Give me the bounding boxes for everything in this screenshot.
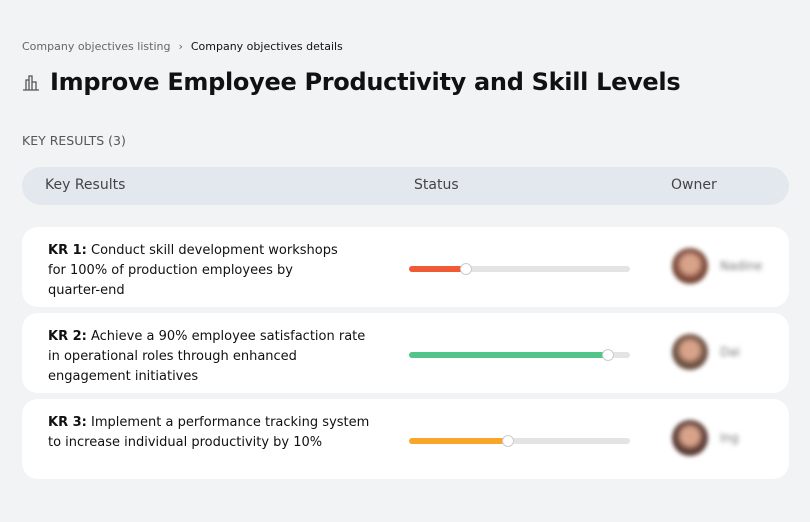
kr-text: KR 3: Implement a performance tracking s… <box>48 413 378 453</box>
avatar <box>672 334 708 370</box>
progress-bar <box>409 349 630 361</box>
progress-knob <box>601 349 614 361</box>
progress-bar <box>409 263 630 275</box>
kr-text: KR 2: Achieve a 90% employee satisfactio… <box>48 327 378 387</box>
progress-bar <box>409 435 630 447</box>
buildings-icon <box>23 75 39 91</box>
page-title: Improve Employee Productivity and Skill … <box>50 68 681 96</box>
breadcrumb-separator: › <box>178 40 183 53</box>
kr-text: KR 1: Conduct skill development workshop… <box>48 241 348 301</box>
breadcrumb: Company objectives listing › Company obj… <box>22 40 343 53</box>
breadcrumb-current: Company objectives details <box>190 40 343 53</box>
breadcrumb-listing-link[interactable]: Company objectives listing <box>22 40 170 53</box>
table-row[interactable]: KR 3: Implement a performance tracking s… <box>22 399 789 479</box>
header-status: Status <box>414 177 459 193</box>
kr-description: Achieve a 90% employee satisfaction rate… <box>48 329 366 384</box>
progress-fill <box>409 438 509 444</box>
kr-label: KR 2: <box>48 329 87 344</box>
progress-knob <box>502 435 515 447</box>
kr-label: KR 3: <box>48 415 87 430</box>
avatar <box>672 248 708 284</box>
page-header: Improve Employee Productivity and Skill … <box>22 68 681 96</box>
progress-knob <box>460 263 473 275</box>
owner-name: Nadine <box>720 259 763 273</box>
progress-fill <box>409 266 467 272</box>
table-header: Key Results Status Owner <box>22 167 789 205</box>
progress-fill <box>409 352 608 358</box>
avatar <box>672 420 708 456</box>
header-key-results: Key Results <box>45 177 126 193</box>
kr-label: KR 1: <box>48 243 87 258</box>
owner-name: Dai <box>720 345 740 359</box>
kr-description: Implement a performance tracking system … <box>48 415 370 450</box>
table-row[interactable]: KR 1: Conduct skill development workshop… <box>22 227 789 307</box>
header-owner: Owner <box>671 177 717 193</box>
table-row[interactable]: KR 2: Achieve a 90% employee satisfactio… <box>22 313 789 393</box>
kr-description: Conduct skill development workshops for … <box>48 243 338 298</box>
key-results-count: KEY RESULTS (3) <box>22 133 126 148</box>
owner-name: Ing <box>720 431 739 445</box>
